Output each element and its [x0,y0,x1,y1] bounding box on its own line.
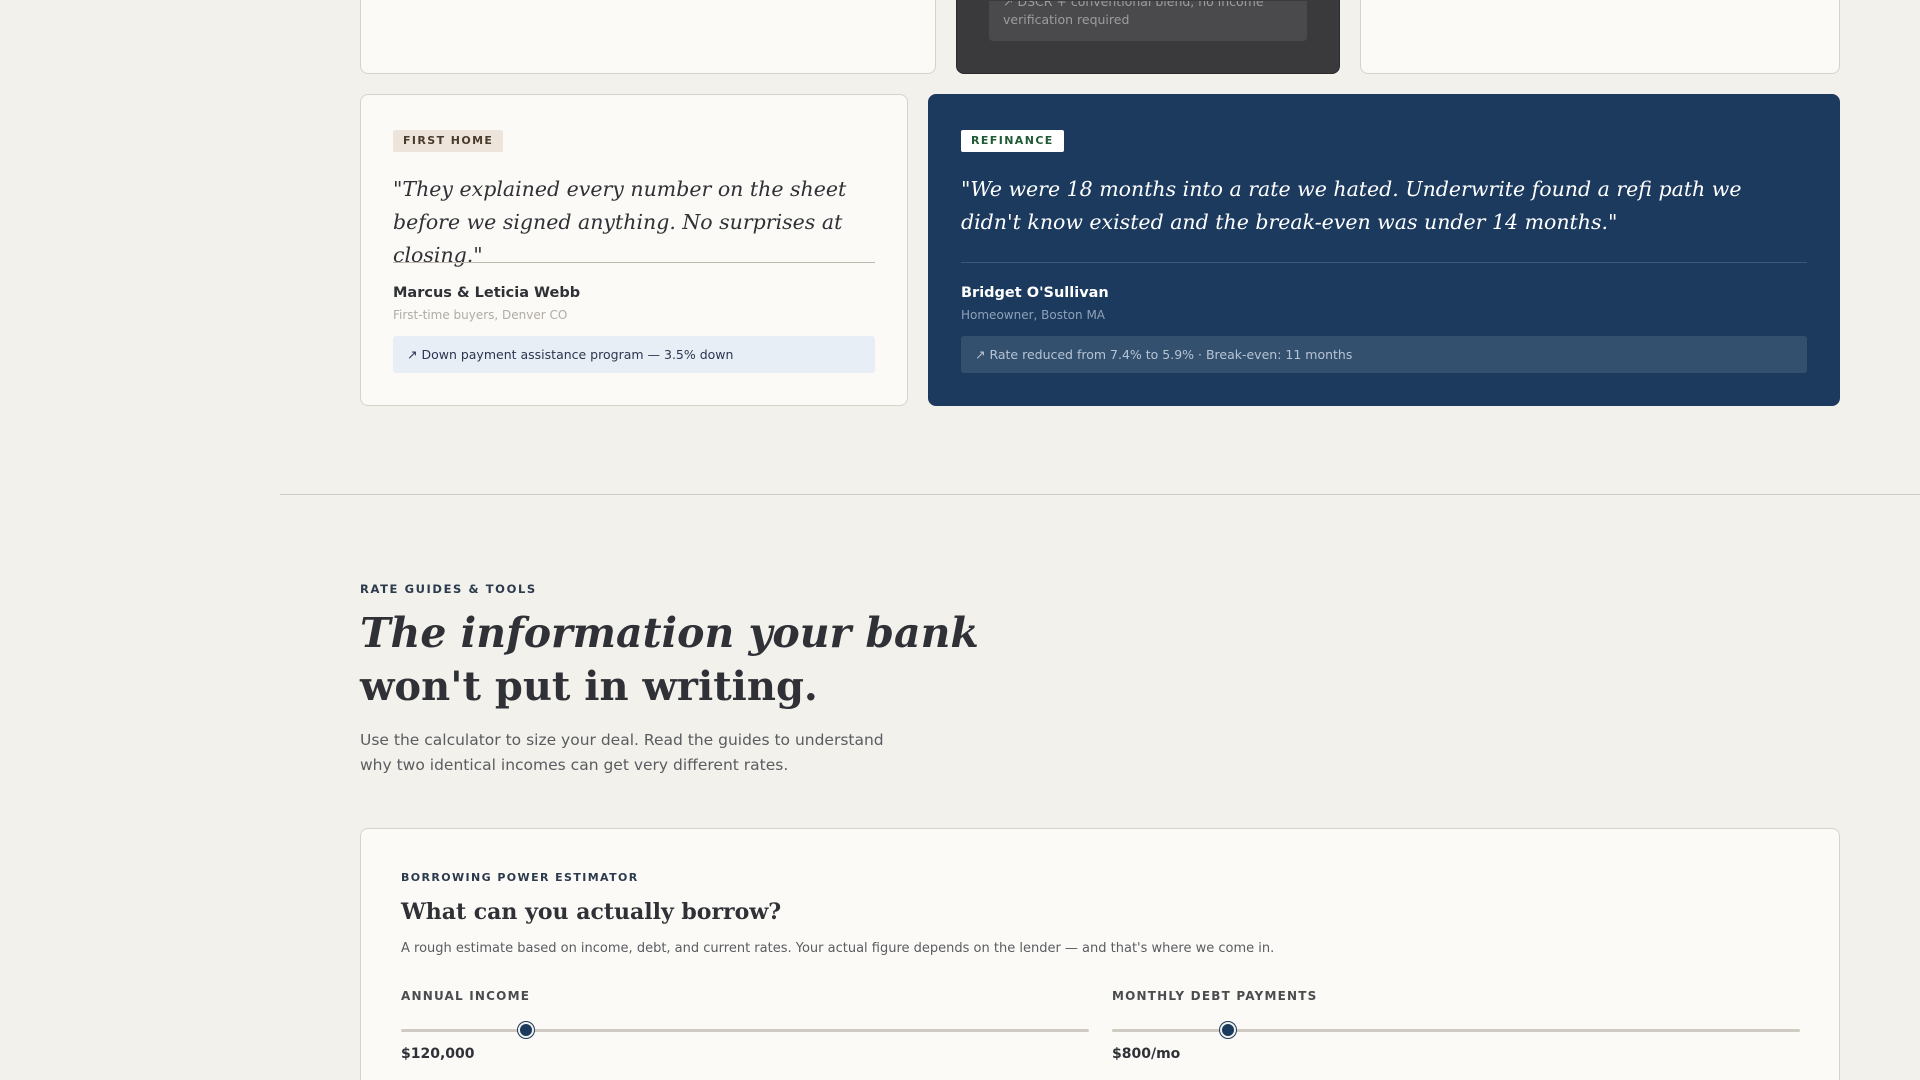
monthly-debt-label: MONTHLY DEBT PAYMENTS [1112,989,1318,1003]
annual-income-value: $120,000 [401,1046,475,1062]
calculator-eyebrow: BORROWING POWER ESTIMATOR [401,871,639,884]
calculator-description: A rough estimate based on income, debt, … [401,941,1275,956]
headline-line-2: won't put in writing. [360,663,818,710]
borrowing-power-estimator: BORROWING POWER ESTIMATOR What can you a… [360,828,1840,1080]
testimonial-quote: "They explained every number on the shee… [393,177,847,267]
testimonial-card-refinance: REFINANCE "We were 18 months into a rate… [928,94,1840,406]
result-note: ↗ DSCR + conventional blend, no income v… [989,1,1307,41]
testimonial-quote: "We were 18 months into a rate we hated.… [961,177,1742,234]
monthly-debt-slider-handle[interactable] [1219,1022,1236,1038]
testimonial-card-top-middle: ↗ DSCR + conventional blend, no income v… [956,0,1340,74]
result-note: ↗ Down payment assistance program — 3.5%… [393,336,875,373]
annual-income-field: ANNUAL INCOME $120,000 [401,989,1089,1062]
client-name: Marcus & Leticia Webb [393,285,581,301]
category-badge: FIRST HOME [393,130,504,152]
testimonial-card-top-left [360,0,936,74]
section-lede: Use the calculator to size your deal. Re… [360,731,884,774]
headline-line-1: The information your bank [360,609,979,657]
monthly-debt-value: $800/mo [1112,1046,1181,1062]
divider [961,262,1807,263]
monthly-debt-field: MONTHLY DEBT PAYMENTS $800/mo [1112,989,1800,1062]
calculator-title: What can you actually borrow? [401,899,782,925]
client-role: First-time buyers, Denver CO [393,308,568,322]
monthly-debt-slider[interactable] [1112,1022,1800,1038]
section-headline: The information your bank won't put in w… [360,606,979,714]
divider [393,262,875,263]
section-eyebrow: RATE GUIDES & TOOLS [360,582,537,596]
annual-income-slider-handle[interactable] [518,1022,535,1038]
result-note: ↗ Rate reduced from 7.4% to 5.9% · Break… [961,336,1807,373]
testimonial-card-first-home: FIRST HOME "They explained every number … [360,94,908,406]
category-badge: REFINANCE [961,130,1064,152]
annual-income-slider[interactable] [401,1022,1089,1038]
section-divider [280,494,1920,495]
testimonial-card-top-right [1360,0,1840,74]
annual-income-label: ANNUAL INCOME [401,989,531,1003]
client-name: Bridget O'Sullivan [961,285,1109,301]
client-role: Homeowner, Boston MA [961,308,1105,322]
